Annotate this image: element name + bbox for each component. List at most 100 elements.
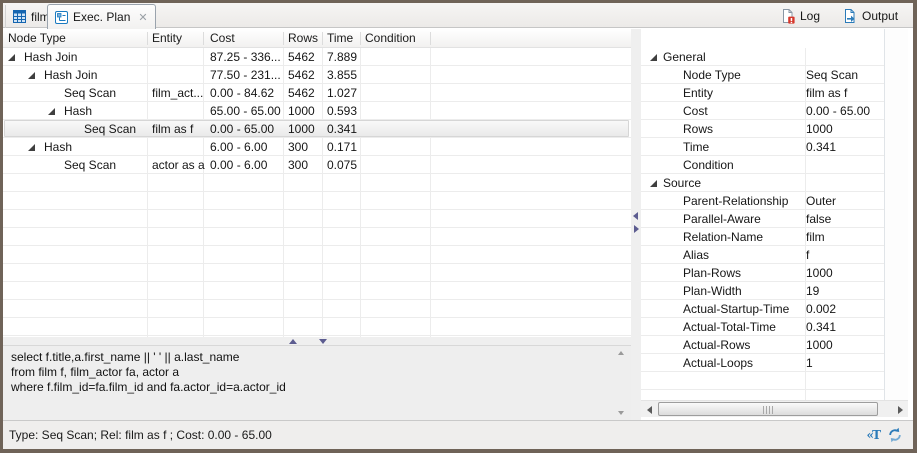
plan-table-row[interactable]: Seq Scanfilm as f0.00 - 65.0010000.341 bbox=[3, 120, 631, 138]
property-row[interactable]: Node TypeSeq Scan bbox=[641, 66, 884, 84]
cell-name: Node Type bbox=[683, 66, 741, 84]
property-row[interactable]: Plan-Width19 bbox=[641, 282, 884, 300]
cell-node-type: Hash bbox=[64, 102, 92, 120]
scroll-up-icon[interactable] bbox=[618, 351, 624, 355]
horizontal-scrollbar[interactable] bbox=[641, 400, 908, 417]
output-button[interactable]: Output bbox=[840, 6, 901, 26]
cell-name: General bbox=[663, 48, 706, 66]
cell-value: false bbox=[806, 210, 831, 228]
cell-name: Time bbox=[683, 138, 709, 156]
expander-icon[interactable] bbox=[650, 180, 657, 187]
property-section-row[interactable]: Source bbox=[641, 174, 884, 192]
cell-name: Rows bbox=[683, 120, 713, 138]
cell-name: Entity bbox=[683, 84, 713, 102]
plan-table-row[interactable]: Hash Join87.25 - 336...54627.889 bbox=[3, 48, 631, 66]
text-value-icon[interactable]: «T bbox=[866, 428, 880, 442]
cell-name: Plan-Width bbox=[683, 282, 742, 300]
cell-name: Actual-Total-Time bbox=[683, 318, 776, 336]
property-row[interactable]: Plan-Rows1000 bbox=[641, 264, 884, 282]
cell-rows: 1000 bbox=[288, 120, 315, 138]
cell-rows: 5462 bbox=[288, 66, 315, 84]
log-button[interactable]: Log bbox=[778, 6, 823, 26]
cell-time: 1.027 bbox=[327, 84, 357, 102]
column-header-rows[interactable]: Rows bbox=[288, 31, 318, 46]
collapse-up-icon[interactable] bbox=[289, 339, 297, 344]
status-bar: Type: Seq Scan; Rel: film as f ; Cost: 0… bbox=[3, 420, 913, 449]
plan-table-row[interactable]: Hash Join77.50 - 231...54623.855 bbox=[3, 66, 631, 84]
property-row[interactable]: Actual-Loops1 bbox=[641, 354, 884, 372]
cell-node-type: Hash Join bbox=[44, 66, 97, 84]
collapse-down-icon[interactable] bbox=[319, 339, 327, 344]
expander-icon[interactable] bbox=[28, 72, 35, 79]
expander-icon[interactable] bbox=[650, 54, 657, 61]
property-row[interactable]: Time 0.341 bbox=[641, 138, 884, 156]
cell-rows: 1000 bbox=[288, 102, 315, 120]
column-header-cost[interactable]: Cost bbox=[210, 31, 235, 46]
scrollbar-thumb[interactable] bbox=[658, 402, 878, 416]
plan-table-row[interactable]: Hash65.00 - 65.0010000.593 bbox=[3, 102, 631, 120]
properties-table: GeneralNode TypeSeq ScanEntityfilm as fC… bbox=[641, 48, 884, 400]
cell-name: Cost bbox=[683, 102, 708, 120]
cell-cost: 65.00 - 65.00 bbox=[210, 102, 281, 120]
cell-name: Alias bbox=[683, 246, 709, 264]
sql-query-panel[interactable]: select f.title,a.first_name || ' ' || a.… bbox=[3, 345, 631, 420]
horizontal-splitter[interactable] bbox=[3, 337, 631, 345]
property-row[interactable]: Parent-RelationshipOuter bbox=[641, 192, 884, 210]
execution-plan-window: film Exec. Plan ✕ Log Output Node Type E… bbox=[0, 0, 917, 453]
cell-node-type: Hash Join bbox=[24, 48, 77, 66]
expander-icon[interactable] bbox=[8, 54, 15, 61]
cell-value: film bbox=[806, 228, 825, 246]
plan-table-row[interactable]: Seq Scanfilm_act...0.00 - 84.6254621.027 bbox=[3, 84, 631, 102]
output-button-label: Output bbox=[862, 9, 898, 23]
cell-value: 0.341 bbox=[806, 138, 836, 156]
property-row[interactable]: Actual-Total-Time0.341 bbox=[641, 318, 884, 336]
cell-value: film as f bbox=[806, 84, 847, 102]
expander-icon[interactable] bbox=[48, 108, 55, 115]
property-row[interactable]: Alias f bbox=[641, 246, 884, 264]
property-row[interactable]: Parallel-Awarefalse bbox=[641, 210, 884, 228]
refresh-icon[interactable] bbox=[887, 427, 903, 446]
plan-table-row[interactable]: Hash6.00 - 6.003000.171 bbox=[3, 138, 631, 156]
sql-line: where f.film_id=fa.film_id and fa.actor_… bbox=[11, 380, 611, 395]
cell-rows: 300 bbox=[288, 156, 308, 174]
status-text: Type: Seq Scan; Rel: film as f ; Cost: 0… bbox=[9, 428, 272, 442]
column-header-entity[interactable]: Entity bbox=[152, 31, 182, 46]
tab-exec-plan[interactable]: Exec. Plan ✕ bbox=[47, 4, 156, 29]
scroll-right-button[interactable] bbox=[893, 403, 907, 416]
collapse-left-icon[interactable] bbox=[633, 212, 638, 220]
scroll-down-icon[interactable] bbox=[618, 411, 624, 415]
scroll-left-button[interactable] bbox=[642, 403, 656, 416]
cell-cost: 0.00 - 6.00 bbox=[210, 156, 267, 174]
property-row[interactable]: Relation-Namefilm bbox=[641, 228, 884, 246]
close-icon[interactable]: ✕ bbox=[138, 11, 147, 24]
cell-cost: 0.00 - 65.00 bbox=[210, 120, 274, 138]
column-header-node-type[interactable]: Node Type bbox=[8, 31, 66, 46]
property-row[interactable]: Condition bbox=[641, 156, 884, 174]
column-header-time[interactable]: Time bbox=[327, 31, 353, 46]
cell-cost: 6.00 - 6.00 bbox=[210, 138, 267, 156]
property-row[interactable]: Cost0.00 - 65.00 bbox=[641, 102, 884, 120]
cell-node-type: Seq Scan bbox=[64, 156, 116, 174]
log-button-label: Log bbox=[800, 9, 820, 23]
cell-entity: film_act... bbox=[152, 84, 203, 102]
collapse-right-icon[interactable] bbox=[634, 225, 639, 233]
cell-value: 1000 bbox=[806, 336, 833, 354]
column-header-condition[interactable]: Condition bbox=[365, 31, 416, 46]
property-section-row[interactable]: General bbox=[641, 48, 884, 66]
property-row[interactable]: Actual-Startup-Time0.002 bbox=[641, 300, 884, 318]
plan-table-row[interactable]: Seq Scanactor as a0.00 - 6.003000.075 bbox=[3, 156, 631, 174]
property-row[interactable]: Entity film as f bbox=[641, 84, 884, 102]
sql-text: select f.title,a.first_name || ' ' || a.… bbox=[11, 350, 611, 395]
cell-entity: film as f bbox=[152, 120, 193, 138]
cell-value: 1000 bbox=[806, 120, 833, 138]
expander-icon[interactable] bbox=[28, 144, 35, 151]
property-row[interactable]: Rows 1000 bbox=[641, 120, 884, 138]
cell-value: f bbox=[806, 246, 809, 264]
property-row[interactable]: Actual-Rows1000 bbox=[641, 336, 884, 354]
cell-value: 1 bbox=[806, 354, 813, 372]
vertical-scrollbar-track[interactable] bbox=[884, 29, 908, 400]
plan-tree-table: Hash Join87.25 - 336...54627.889Hash Joi… bbox=[3, 48, 631, 337]
vertical-splitter[interactable] bbox=[631, 29, 641, 420]
properties-panel: GeneralNode TypeSeq ScanEntityfilm as fC… bbox=[641, 29, 908, 420]
sql-line: from film f, film_actor fa, actor a bbox=[11, 365, 611, 380]
